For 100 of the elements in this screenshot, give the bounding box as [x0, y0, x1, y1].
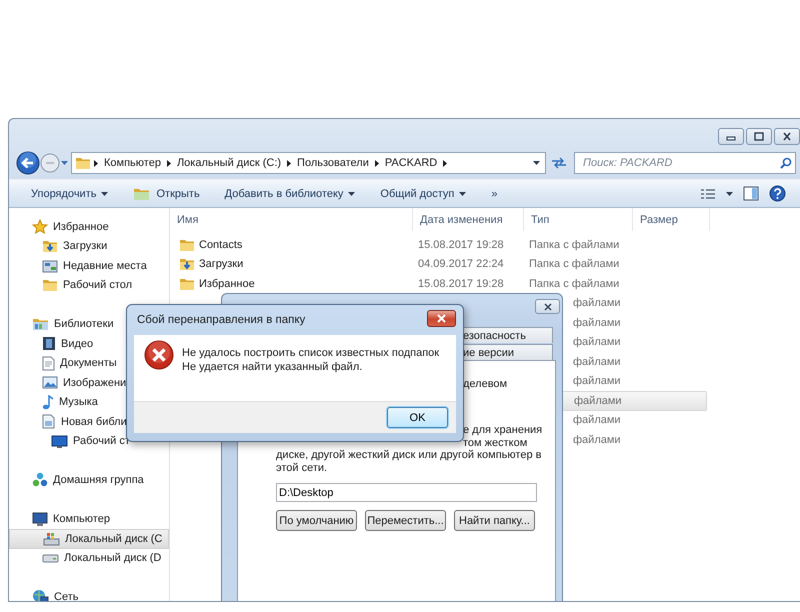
more-button[interactable]: »	[488, 188, 500, 200]
file-type: Папка с файлами	[529, 278, 620, 290]
column-header[interactable]: Дата изменения	[413, 208, 524, 231]
film-icon	[42, 336, 56, 352]
file-name: Contacts	[199, 238, 242, 251]
drive-icon	[42, 553, 59, 564]
caret-icon	[348, 192, 356, 196]
file-type: файлами	[573, 297, 621, 310]
search-field[interactable]: Поиск: PACKARD	[574, 152, 796, 174]
sidebar-item[interactable]: Сеть	[15, 588, 169, 601]
library-icon	[32, 317, 49, 332]
sidebar-item[interactable]: Рабочий стол	[15, 276, 169, 295]
music-note-icon	[42, 394, 54, 410]
maximize-icon	[753, 132, 765, 141]
star-icon	[32, 219, 48, 234]
sidebar-item[interactable]: Документы	[15, 354, 169, 373]
folder-icon	[75, 156, 91, 170]
image-icon	[42, 376, 58, 390]
close-button[interactable]	[535, 299, 560, 314]
dialog-button[interactable]: Найти папку...	[454, 510, 535, 531]
column-header[interactable]: Размер	[633, 208, 710, 231]
caret-icon	[101, 192, 108, 196]
folder-icon	[133, 186, 152, 200]
toolbar-button[interactable]: Добавить в библиотеку	[222, 188, 358, 200]
file-date: 15.08.2017 19:28	[418, 238, 504, 251]
tab[interactable]: езопасность	[461, 327, 553, 343]
chevron-icon	[166, 160, 171, 166]
sidebar-item[interactable]: Недавние места	[15, 256, 169, 276]
chevron-icon	[94, 160, 98, 166]
drive-icon	[43, 532, 60, 546]
sidebar-item[interactable]: Музыка	[15, 392, 169, 412]
chevron-icon	[443, 160, 448, 166]
breadcrumb[interactable]: Локальный диск (C:)	[174, 157, 284, 169]
folder-icon	[42, 239, 58, 254]
breadcrumb[interactable]: Пользователи	[294, 157, 372, 169]
ok-button[interactable]: OK	[387, 407, 448, 428]
description-text: диске, другой жесткий диск или другой компьютер в этой сети.	[276, 449, 542, 474]
sidebar-item[interactable]: Новая библи	[15, 412, 169, 432]
caret-icon	[459, 192, 466, 196]
close-icon	[542, 302, 552, 310]
file-row[interactable]: Contacts 15.08.2017 19:28 Папка с файлами	[174, 235, 707, 254]
sidebar-item[interactable]: Компьютер	[15, 510, 169, 529]
file-type: Папка с файлами	[529, 238, 620, 251]
breadcrumb[interactable]: Компьютер	[101, 157, 164, 169]
minimize-button[interactable]	[718, 128, 744, 145]
file-name: Избранное	[199, 278, 255, 290]
dialog-button[interactable]: Переместить...	[365, 510, 446, 531]
address-bar[interactable]: Компьютер Локальный диск (C:) Пользователи PACKARD	[71, 152, 546, 174]
recent-places-icon	[42, 258, 58, 273]
close-icon	[436, 314, 447, 322]
file-name: Загрузки	[199, 258, 244, 270]
sidebar-item[interactable]: Локальный диск (D	[15, 548, 169, 568]
file-row[interactable]: Загрузки 04.09.2017 22:24 Папка с файлами	[174, 254, 707, 274]
maximize-button[interactable]	[746, 128, 772, 145]
caret-icon	[726, 192, 733, 196]
folder-icon	[179, 276, 195, 291]
search-icon	[780, 157, 792, 169]
dialog-title: Сбой перенаправления в папку	[136, 314, 306, 326]
sidebar-item[interactable]: Видео	[15, 334, 169, 354]
close-button[interactable]	[774, 128, 800, 145]
chevron-icon	[287, 160, 292, 166]
folder-icon	[179, 257, 195, 272]
help-button[interactable]	[769, 185, 786, 202]
error-message: Не удалось построить список известных подпапок Не удается найти указанный файл.	[182, 346, 440, 375]
toolbar-button[interactable]: Упорядочить	[28, 188, 112, 200]
description-text: том жестком	[463, 436, 528, 449]
caret-icon	[533, 161, 540, 165]
path-field[interactable]: D:\Desktop	[276, 483, 537, 502]
tab[interactable]: ие версии	[461, 344, 553, 360]
toolbar-button[interactable]: Открыть	[130, 186, 203, 200]
toolbar-button[interactable]: Общий доступ	[377, 188, 470, 200]
file-type: Папка с файлами	[529, 258, 620, 270]
close-icon	[781, 132, 793, 141]
sidebar-item[interactable]: Избранное	[15, 217, 169, 236]
desktop-icon	[51, 434, 68, 448]
network-icon	[32, 589, 49, 601]
file-date: 15.08.2017 19:28	[418, 278, 504, 290]
column-header[interactable]: Имя	[170, 208, 413, 231]
file-row[interactable]: Избранное 15.08.2017 19:28 Папка с файлами	[174, 274, 707, 294]
chevron-icon	[374, 160, 379, 166]
sidebar-item[interactable]: Загрузки	[15, 236, 169, 256]
dialog-button[interactable]: По умолчанию	[276, 510, 357, 531]
back-button[interactable]	[16, 151, 40, 175]
homegroup-icon	[32, 472, 48, 488]
column-header[interactable]: Тип	[524, 208, 633, 231]
file-date: 04.09.2017 22:24	[418, 258, 504, 270]
computer-icon	[32, 512, 48, 527]
file-type: файлами	[574, 394, 622, 407]
library-icon	[42, 414, 56, 430]
breadcrumb[interactable]: PACKARD	[382, 157, 440, 169]
close-button[interactable]	[427, 310, 456, 326]
sidebar-item[interactable]: Изображени	[15, 373, 169, 392]
document-icon	[42, 356, 55, 371]
view-options-button[interactable]	[700, 188, 716, 200]
preview-pane-button[interactable]	[743, 186, 759, 201]
sidebar-item[interactable]: Локальный диск (C	[9, 529, 169, 548]
dropdown-icon	[61, 161, 68, 165]
folder-icon	[42, 278, 58, 292]
sidebar-item[interactable]: Домашняя группа	[15, 470, 169, 490]
error-icon	[144, 340, 174, 370]
